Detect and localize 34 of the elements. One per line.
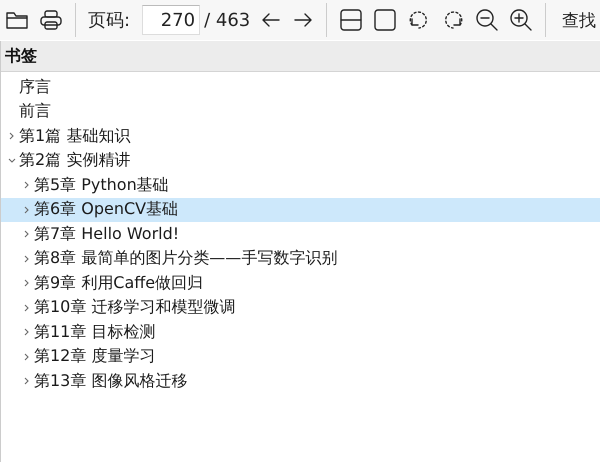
page-number-field[interactable]: 270 [142, 5, 200, 35]
collapsed-chevron-icon[interactable] [23, 352, 31, 361]
panel-title: 书签 [5, 46, 37, 66]
bookmark-item[interactable]: 第2篇 实例精讲 [1, 148, 600, 173]
collapsed-chevron-icon[interactable] [23, 377, 31, 386]
page-label: 页码: [88, 9, 130, 32]
zoom-in-icon[interactable] [509, 8, 534, 32]
bookmark-item[interactable]: 第8章 最简单的图片分类——手写数字识别 [1, 246, 600, 271]
bookmark-item[interactable]: 第9章 利用Caffe做回归 [1, 271, 600, 296]
bookmark-item[interactable]: 前言 [1, 100, 600, 124]
collapsed-chevron-icon[interactable] [23, 181, 31, 190]
printer-icon[interactable] [39, 9, 63, 31]
bookmark-item[interactable]: 第11章 目标检测 [1, 320, 600, 344]
bookmark-item[interactable]: 第10章 迁移学习和模型微调 [1, 296, 600, 320]
bookmark-item[interactable]: 第12章 度量学习 [1, 344, 600, 369]
collapsed-chevron-icon[interactable] [23, 328, 31, 336]
split-view-icon[interactable] [339, 8, 364, 32]
bookmark-item[interactable]: 第13章 图像风格迁移 [1, 369, 600, 394]
bookmark-item[interactable]: 第5章 Python基础 [1, 173, 600, 198]
single-page-icon[interactable] [373, 8, 398, 32]
expanded-chevron-icon[interactable] [8, 156, 16, 165]
bookmark-item[interactable]: 第6章 OpenCV基础 [1, 198, 600, 222]
collapsed-chevron-icon[interactable] [8, 132, 16, 140]
bookmark-item[interactable]: 第7章 Hello World! [1, 222, 600, 246]
collapsed-chevron-icon[interactable] [23, 304, 31, 312]
bookmark-item[interactable]: 序言 [1, 75, 600, 100]
bookmark-item[interactable]: 第1篇 基础知识 [1, 124, 600, 148]
collapsed-chevron-icon[interactable] [23, 206, 31, 214]
collapsed-chevron-icon[interactable] [23, 230, 31, 238]
collapsed-chevron-icon[interactable] [23, 254, 31, 263]
collapsed-chevron-icon[interactable] [23, 279, 31, 288]
page-total: / 463 [204, 10, 250, 30]
zoom-out-icon[interactable] [475, 8, 500, 32]
find-button[interactable]: 查找 [558, 8, 596, 32]
